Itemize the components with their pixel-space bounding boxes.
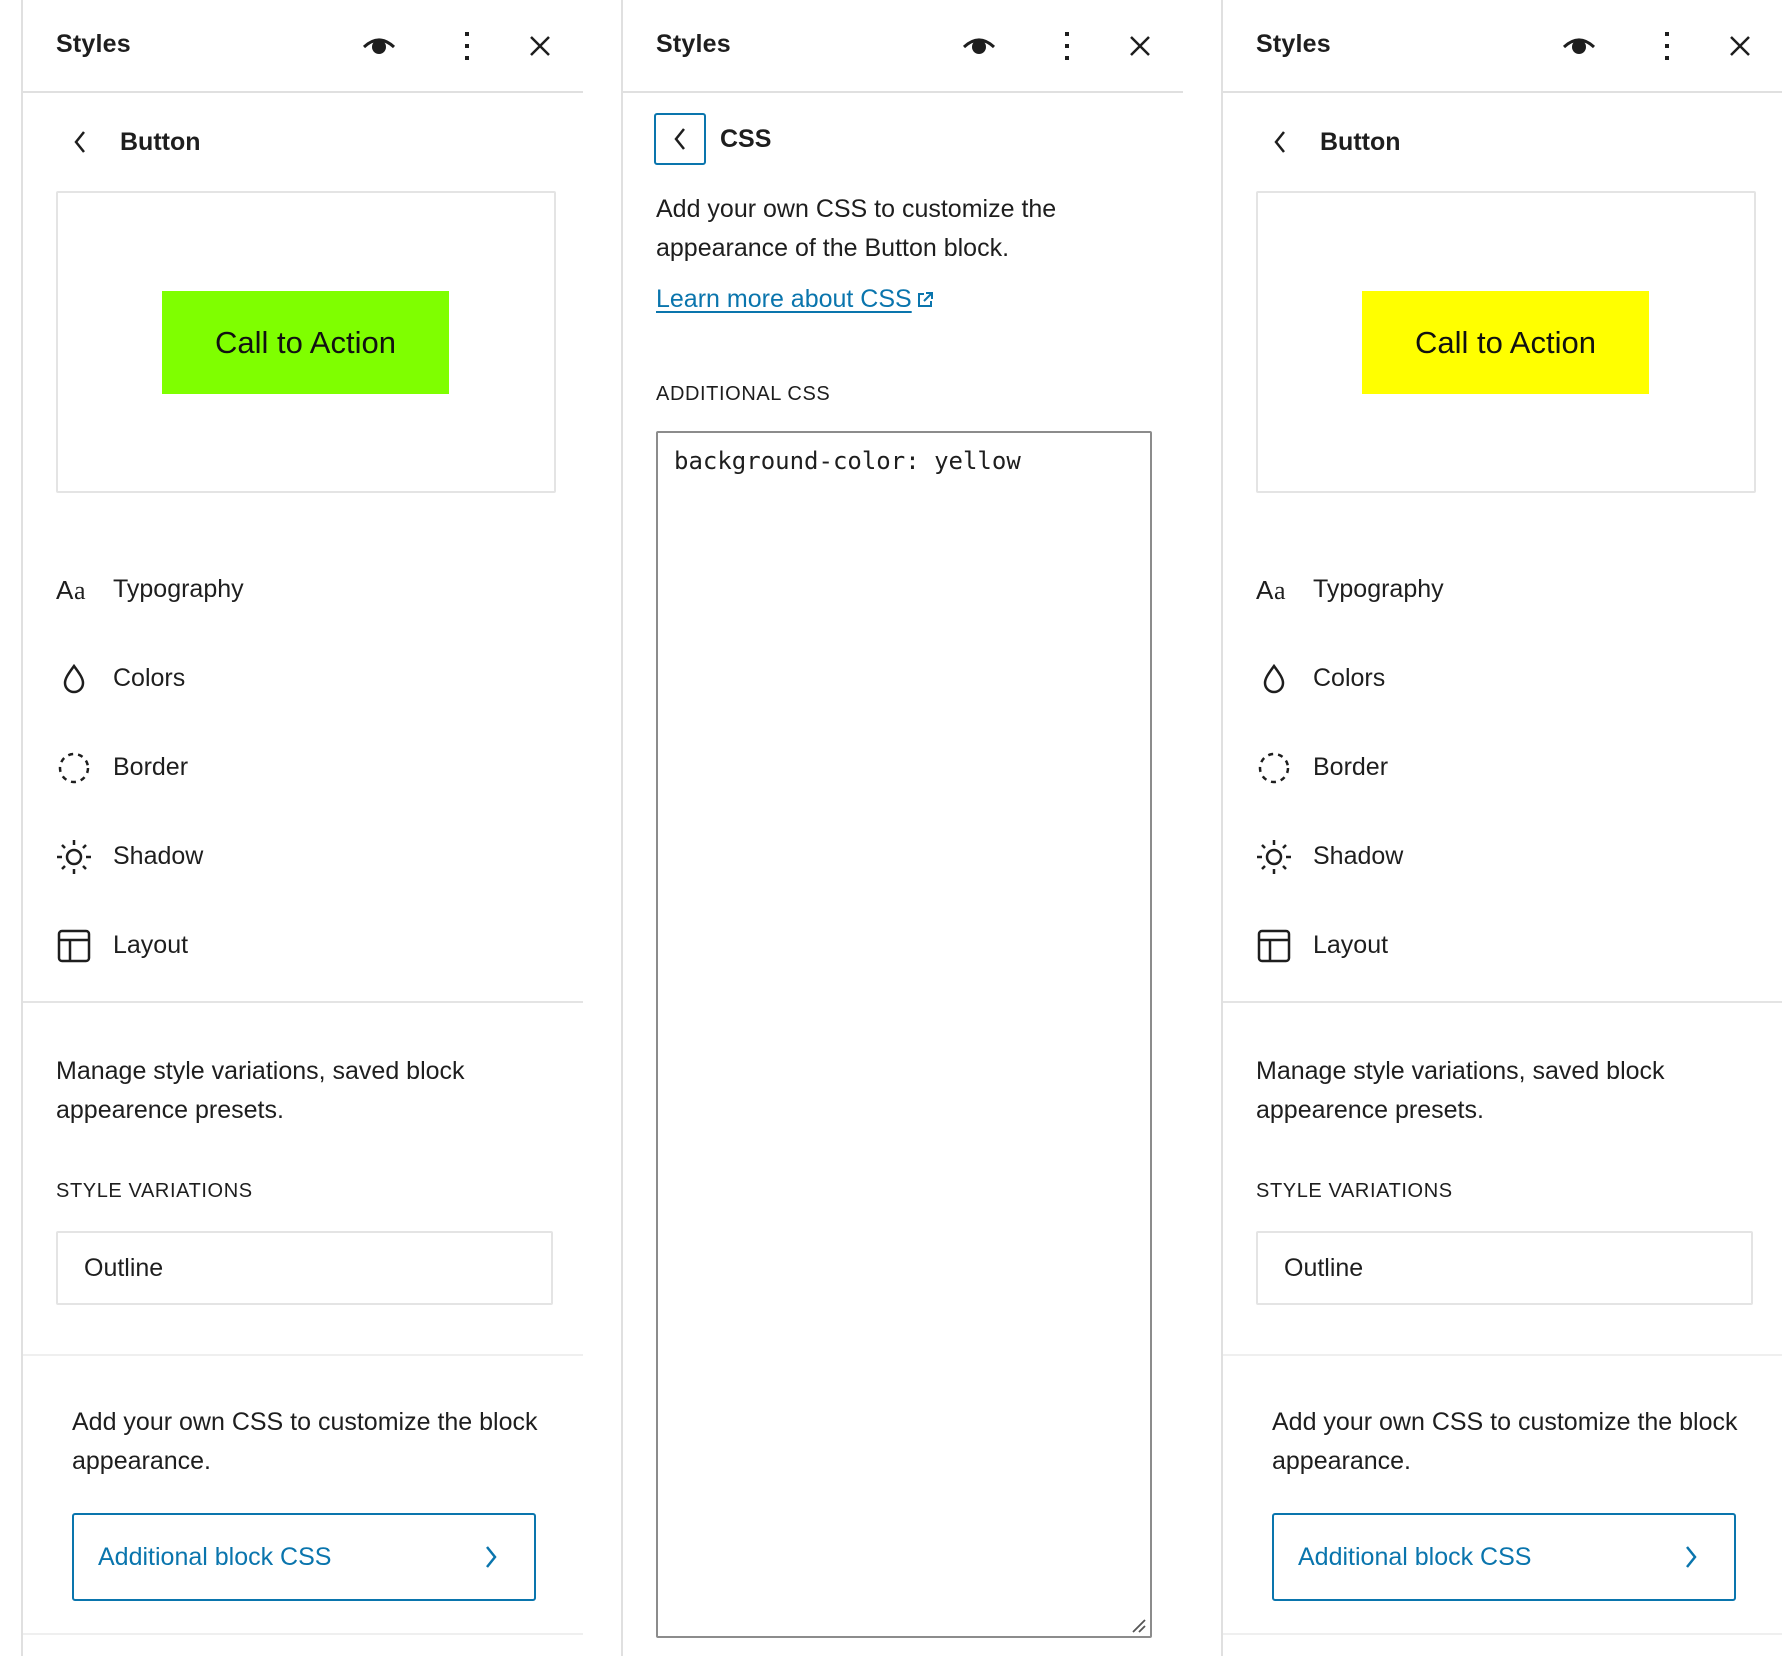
- menu-label: Colors: [1313, 664, 1386, 692]
- menu-item-typography[interactable]: Aa Typography: [56, 545, 556, 634]
- styles-panel-button-green: Styles Button Call to Action Aa Typograp…: [21, 0, 583, 1656]
- additional-block-css-button[interactable]: Additional block CSS: [1272, 1513, 1736, 1601]
- nav-title: Button: [120, 127, 201, 156]
- menu-item-shadow[interactable]: Shadow: [56, 812, 556, 901]
- nav-title: Button: [1320, 127, 1401, 156]
- block-preview: Call to Action: [1256, 191, 1756, 493]
- divider: [1223, 1354, 1782, 1356]
- shadow-icon: [1254, 837, 1294, 877]
- more-vertical-icon[interactable]: [1647, 26, 1687, 66]
- more-vertical-icon[interactable]: [447, 26, 487, 66]
- panel-header: Styles: [623, 0, 1183, 93]
- layout-icon: [54, 926, 94, 966]
- menu-item-layout[interactable]: Layout: [1256, 901, 1756, 990]
- css-description: Add your own CSS to customize the appear…: [656, 195, 1057, 262]
- navigator: Button: [1256, 118, 1401, 166]
- styles-panel-button-yellow: Styles Button Call to Action Aa Typograp…: [1221, 0, 1782, 1656]
- additional-block-css-label: Additional block CSS: [98, 1542, 332, 1571]
- menu-label: Border: [113, 753, 189, 781]
- navigator: CSS: [654, 113, 772, 165]
- shadow-icon: [54, 837, 94, 877]
- styles-panel-css: Styles CSS Add your own CSS to customize…: [621, 0, 1183, 1656]
- panel-header: Styles: [23, 0, 583, 93]
- additional-block-css-button[interactable]: Additional block CSS: [72, 1513, 536, 1601]
- menu-label: Typography: [1313, 575, 1444, 603]
- droplet-icon: [54, 659, 94, 699]
- menu-item-colors[interactable]: Colors: [56, 634, 556, 723]
- additional-block-css-label: Additional block CSS: [1298, 1542, 1532, 1571]
- svg-text:a: a: [74, 576, 86, 605]
- back-button[interactable]: [654, 113, 706, 165]
- style-variations-description: Manage style variations, saved block app…: [56, 1057, 465, 1124]
- style-variations-label: STYLE VARIATIONS: [56, 1180, 253, 1202]
- divider: [23, 1001, 583, 1003]
- divider: [23, 1633, 583, 1635]
- eye-icon[interactable]: [1559, 26, 1599, 66]
- chevron-left-icon: [1274, 131, 1285, 153]
- menu-item-shadow[interactable]: Shadow: [1256, 812, 1756, 901]
- back-button[interactable]: [56, 118, 104, 166]
- additional-css-textarea[interactable]: background-color: yellow: [656, 431, 1152, 1638]
- resize-handle-icon[interactable]: [1130, 1617, 1146, 1633]
- menu-item-typography[interactable]: Aa Typography: [1256, 545, 1756, 634]
- chevron-right-icon: [1686, 1546, 1697, 1568]
- nav-title: CSS: [720, 124, 772, 153]
- menu-item-layout[interactable]: Layout: [56, 901, 556, 990]
- menu-label: Layout: [1313, 931, 1389, 959]
- navigator: Button: [56, 118, 201, 166]
- additional-css-description: Add your own CSS to customize the block …: [1272, 1408, 1738, 1475]
- divider: [1223, 1001, 1782, 1003]
- additional-css-label: ADDITIONAL CSS: [656, 383, 831, 405]
- menu-item-colors[interactable]: Colors: [1256, 634, 1756, 723]
- style-menu: Aa Typography Colors Border Shadow Layou…: [56, 545, 556, 990]
- back-button[interactable]: [1256, 118, 1304, 166]
- divider: [23, 1354, 583, 1356]
- chevron-left-icon: [674, 128, 685, 150]
- block-preview: Call to Action: [56, 191, 556, 493]
- menu-label: Layout: [113, 931, 189, 959]
- menu-label: Colors: [113, 664, 186, 692]
- typography-icon: Aa: [1254, 570, 1294, 610]
- svg-text:A: A: [56, 575, 74, 605]
- menu-label: Shadow: [113, 842, 204, 870]
- cta-button-preview: Call to Action: [162, 291, 449, 394]
- typography-icon: Aa: [54, 570, 94, 610]
- eye-icon[interactable]: [359, 26, 399, 66]
- panel-title: Styles: [656, 30, 731, 58]
- droplet-icon: [1254, 659, 1294, 699]
- svg-text:a: a: [1274, 576, 1286, 605]
- chevron-right-icon: [486, 1546, 497, 1568]
- cta-button-preview: Call to Action: [1362, 291, 1649, 394]
- svg-text:A: A: [1256, 575, 1274, 605]
- more-vertical-icon[interactable]: [1047, 26, 1087, 66]
- style-variations-description: Manage style variations, saved block app…: [1256, 1057, 1665, 1124]
- additional-css-description: Add your own CSS to customize the block …: [72, 1408, 538, 1475]
- learn-more-css-label: Learn more about CSS: [656, 285, 912, 313]
- close-icon[interactable]: [520, 26, 560, 66]
- style-variation-outline[interactable]: Outline: [1256, 1231, 1753, 1305]
- style-variations-label: STYLE VARIATIONS: [1256, 1180, 1453, 1202]
- border-icon: [54, 748, 94, 788]
- menu-label: Border: [1313, 753, 1389, 781]
- style-variation-outline[interactable]: Outline: [56, 1231, 553, 1305]
- external-link-icon: [917, 291, 933, 307]
- close-icon[interactable]: [1120, 26, 1160, 66]
- learn-more-css-link[interactable]: Learn more about CSS: [656, 285, 935, 314]
- menu-item-border[interactable]: Border: [1256, 723, 1756, 812]
- menu-item-border[interactable]: Border: [56, 723, 556, 812]
- menu-label: Shadow: [1313, 842, 1404, 870]
- panel-title: Styles: [1256, 30, 1331, 58]
- border-icon: [1254, 748, 1294, 788]
- style-menu: Aa Typography Colors Border Shadow Layou…: [1256, 545, 1756, 990]
- menu-label: Typography: [113, 575, 244, 603]
- divider: [1223, 1633, 1782, 1635]
- close-icon[interactable]: [1720, 26, 1760, 66]
- eye-icon[interactable]: [959, 26, 999, 66]
- layout-icon: [1254, 926, 1294, 966]
- chevron-left-icon: [74, 131, 85, 153]
- panel-header: Styles: [1223, 0, 1782, 93]
- panel-title: Styles: [56, 30, 131, 58]
